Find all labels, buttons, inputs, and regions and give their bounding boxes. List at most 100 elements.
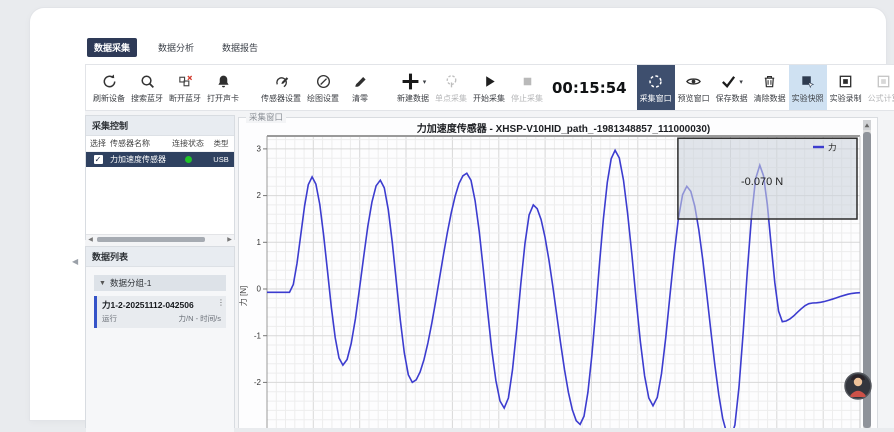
- trash-icon: [761, 73, 778, 90]
- check-icon: [720, 73, 737, 90]
- toolbar-right-group: 采集窗口预览窗口 ▾ 保存数据清除数据实验快照实验录制公式计算: [637, 65, 894, 110]
- disconnect-bluetooth-button[interactable]: 断开蓝牙: [166, 65, 204, 110]
- eye-icon: [685, 73, 702, 90]
- assistant-avatar-button[interactable]: [845, 373, 871, 399]
- data-list-body: ▼ 数据分组-1 力1-2-20251112-042506 ⋮ 运行 力/N -…: [86, 267, 234, 432]
- acquisition-control-title: 采集控制: [86, 116, 234, 136]
- single-point-capture-button: 单点采集: [432, 65, 470, 110]
- capture-window-icon: [647, 73, 664, 90]
- y-tick-label: 3: [257, 145, 262, 154]
- column-header: 类型: [208, 138, 234, 149]
- y-tick-label: -1: [254, 331, 262, 340]
- item-menu-icon[interactable]: ⋮: [217, 298, 225, 307]
- sensor-settings-icon: [273, 73, 290, 90]
- y-tick-label: 2: [257, 191, 262, 200]
- y-tick-label: 0: [257, 285, 262, 294]
- toolbar: 刷新设备搜索蓝牙断开蓝牙打开声卡 传感器设置绘图设置清零 ▾ 新建数据单点采集开始采集…: [85, 64, 894, 111]
- disconnect-bluetooth-label: 断开蓝牙: [169, 93, 201, 104]
- plot-settings-button[interactable]: 绘图设置: [304, 65, 342, 110]
- formula-calc-label: 公式计算: [868, 93, 894, 104]
- sensor-table: 选择传感器名称连接状态类型 ✓力加速度传感器USB ◀ ▶: [86, 136, 234, 244]
- data-list-panel: 数据列表 ▼ 数据分组-1 力1-2-20251112-042506 ⋮ 运行 …: [85, 246, 235, 428]
- sensor-type: USB: [208, 155, 234, 164]
- sensor-table-empty: [86, 167, 234, 234]
- brush-icon: [352, 73, 369, 90]
- dropdown-caret-icon[interactable]: ▾: [423, 78, 427, 86]
- data-item-status: 运行: [102, 313, 117, 324]
- sensor-table-header: 选择传感器名称连接状态类型: [86, 136, 234, 152]
- y-tick-label: -2: [254, 378, 262, 387]
- save-data-button[interactable]: ▾ 保存数据: [713, 65, 751, 110]
- plus-icon: [400, 71, 421, 92]
- play-icon: [481, 73, 498, 90]
- scroll-right-icon[interactable]: ▶: [225, 236, 234, 243]
- new-data-button[interactable]: ▾ 新建数据: [394, 65, 432, 110]
- new-data-label: 新建数据: [397, 93, 429, 104]
- sidebar-collapse-arrow[interactable]: ◀: [72, 257, 78, 266]
- point-capture-icon: [443, 73, 460, 90]
- formula-calc-button: 公式计算: [865, 65, 894, 110]
- tab-data-acquisition[interactable]: 数据采集: [87, 38, 137, 57]
- chevron-down-icon: ▼: [99, 280, 106, 287]
- data-group-label: 数据分组-1: [110, 277, 152, 289]
- y-tick-label: 1: [257, 238, 262, 247]
- stop-capture-label: 停止采集: [511, 93, 543, 104]
- tab-data-analysis[interactable]: 数据分析: [151, 38, 201, 57]
- column-header: 传感器名称: [110, 138, 168, 149]
- single-point-capture-label: 单点采集: [435, 93, 467, 104]
- stop-capture-button: 停止采集: [508, 65, 546, 110]
- search-bluetooth-button[interactable]: 搜索蓝牙: [128, 65, 166, 110]
- plot-settings-icon: [315, 73, 332, 90]
- sensor-settings-button[interactable]: 传感器设置: [258, 65, 304, 110]
- status-dot: [185, 156, 192, 163]
- scrollbar-thumb[interactable]: [97, 237, 205, 242]
- column-header: 连接状态: [168, 138, 208, 149]
- stop-icon: [519, 73, 536, 90]
- zero-clear-button[interactable]: 清零: [342, 65, 378, 110]
- data-list-title: 数据列表: [86, 247, 234, 267]
- data-item-title: 力1-2-20251112-042506: [102, 299, 221, 311]
- bell-icon: [215, 73, 232, 90]
- search-bluetooth-label: 搜索蓝牙: [131, 93, 163, 104]
- capture-timer: 00:15:54: [552, 79, 627, 97]
- chart-title: 力加速度传感器 - XHSP-V10HID_path_-1981348857_1…: [267, 120, 860, 135]
- experiment-record-button[interactable]: 实验录制: [827, 65, 865, 110]
- preview-window-label: 预览窗口: [678, 93, 710, 104]
- measurement-annotation: -0.070 N: [741, 176, 783, 188]
- data-item-axes: 力/N - 时间/s: [179, 313, 222, 324]
- sensor-row[interactable]: ✓力加速度传感器USB: [86, 152, 234, 167]
- experiment-snapshot-button[interactable]: 实验快照: [789, 65, 827, 110]
- start-capture-label: 开始采集: [473, 93, 505, 104]
- save-data-label: 保存数据: [716, 93, 748, 104]
- formula-icon: [875, 73, 892, 90]
- plot-settings-label: 绘图设置: [307, 93, 339, 104]
- sensor-checkbox[interactable]: ✓: [94, 155, 103, 164]
- refresh-device-label: 刷新设备: [93, 93, 125, 104]
- capture-window-label: 采集窗口: [640, 93, 672, 104]
- force-chart: 3210-1-2力 [N]-0.070 N力: [236, 114, 884, 428]
- refresh-icon: [101, 73, 118, 90]
- data-group-header[interactable]: ▼ 数据分组-1: [94, 275, 226, 291]
- scroll-left-icon[interactable]: ◀: [86, 236, 95, 243]
- capture-window-button[interactable]: 采集窗口: [637, 65, 675, 110]
- experiment-snapshot-label: 实验快照: [792, 93, 824, 104]
- open-soundcard-label: 打开声卡: [207, 93, 239, 104]
- main-tab-bar: 数据采集数据分析数据报告: [87, 38, 265, 56]
- sensor-settings-label: 传感器设置: [261, 93, 301, 104]
- preview-window-button[interactable]: 预览窗口: [675, 65, 713, 110]
- app-window: 数据采集数据分析数据报告 刷新设备搜索蓝牙断开蓝牙打开声卡 传感器设置绘图设置清零…: [30, 8, 886, 420]
- tab-data-report[interactable]: 数据报告: [215, 38, 265, 57]
- experiment-record-label: 实验录制: [830, 93, 862, 104]
- dropdown-caret-icon[interactable]: ▾: [739, 78, 743, 86]
- clear-data-button[interactable]: 清除数据: [751, 65, 789, 110]
- horizontal-scrollbar[interactable]: ◀ ▶: [86, 234, 234, 244]
- bluetooth-off-icon: [177, 73, 194, 90]
- start-capture-button[interactable]: 开始采集: [470, 65, 508, 110]
- snapshot-icon: [799, 73, 816, 90]
- search-icon: [139, 73, 156, 90]
- column-header: 选择: [86, 138, 110, 149]
- open-soundcard-button[interactable]: 打开声卡: [204, 65, 242, 110]
- refresh-device-button[interactable]: 刷新设备: [90, 65, 128, 110]
- data-list-item[interactable]: 力1-2-20251112-042506 ⋮ 运行 力/N - 时间/s: [94, 296, 226, 328]
- legend-label: 力: [828, 143, 837, 153]
